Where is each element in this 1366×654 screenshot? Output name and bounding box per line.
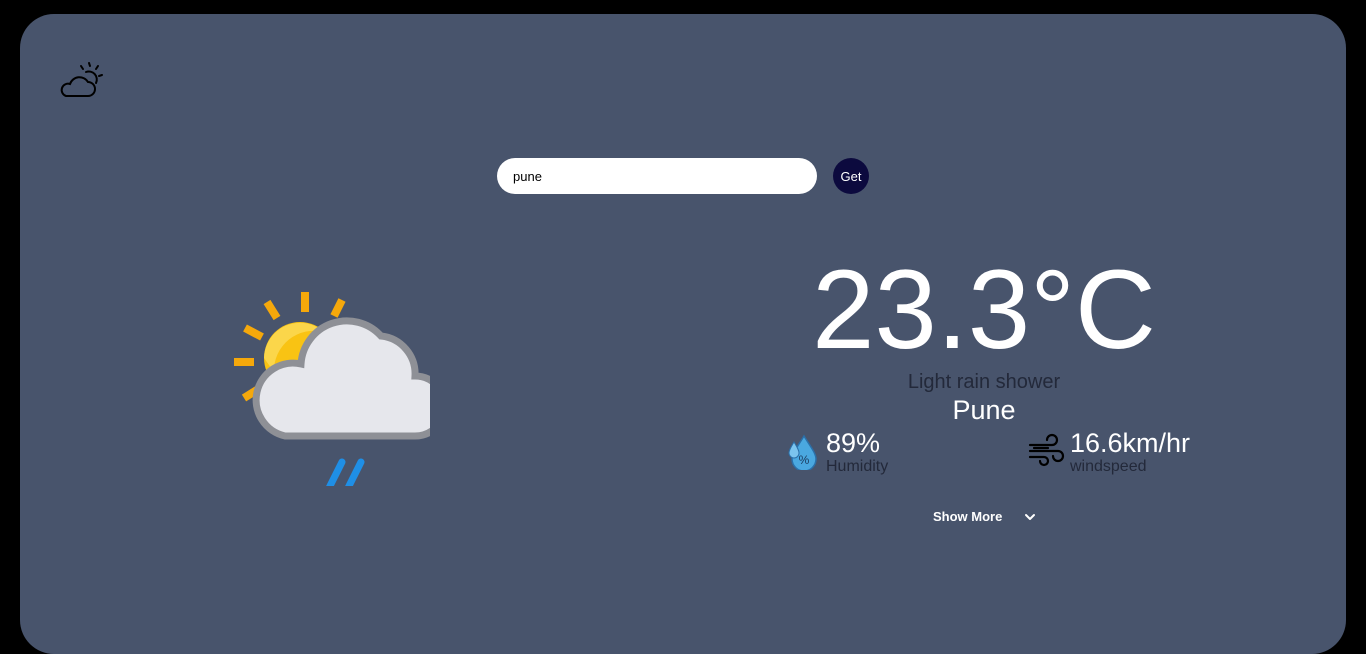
wind-icon xyxy=(1028,433,1065,467)
wind-value: 16.6km/hr xyxy=(1070,428,1191,458)
weather-card: Get 23.3°C Light rain shower Pune % 89% … xyxy=(20,14,1346,654)
show-more-button[interactable]: Show More xyxy=(933,509,1036,524)
search-bar: Get xyxy=(497,158,869,194)
cloud-sun-icon xyxy=(60,62,103,97)
wind-label: windspeed xyxy=(1070,458,1147,475)
city-name: Pune xyxy=(952,395,1016,425)
city-search-input[interactable] xyxy=(497,158,817,194)
humidity-stat: % 89% Humidity xyxy=(784,428,888,476)
svg-text:%: % xyxy=(799,453,810,467)
get-weather-button[interactable]: Get xyxy=(833,158,869,194)
chevron-down-icon xyxy=(1025,513,1036,520)
humidity-value: 89% xyxy=(826,428,881,458)
humidity-label: Humidity xyxy=(826,458,889,475)
show-more-label: Show More xyxy=(933,509,1003,524)
wind-stat: 16.6km/hr windspeed xyxy=(1028,428,1190,476)
temperature: 23.3°C xyxy=(812,247,1156,372)
humidity-drop-icon: % xyxy=(788,434,817,470)
weather-condition: Light rain shower xyxy=(907,371,1061,393)
rain-drops xyxy=(326,458,365,486)
sun-cloud-rain-icon xyxy=(234,292,430,486)
